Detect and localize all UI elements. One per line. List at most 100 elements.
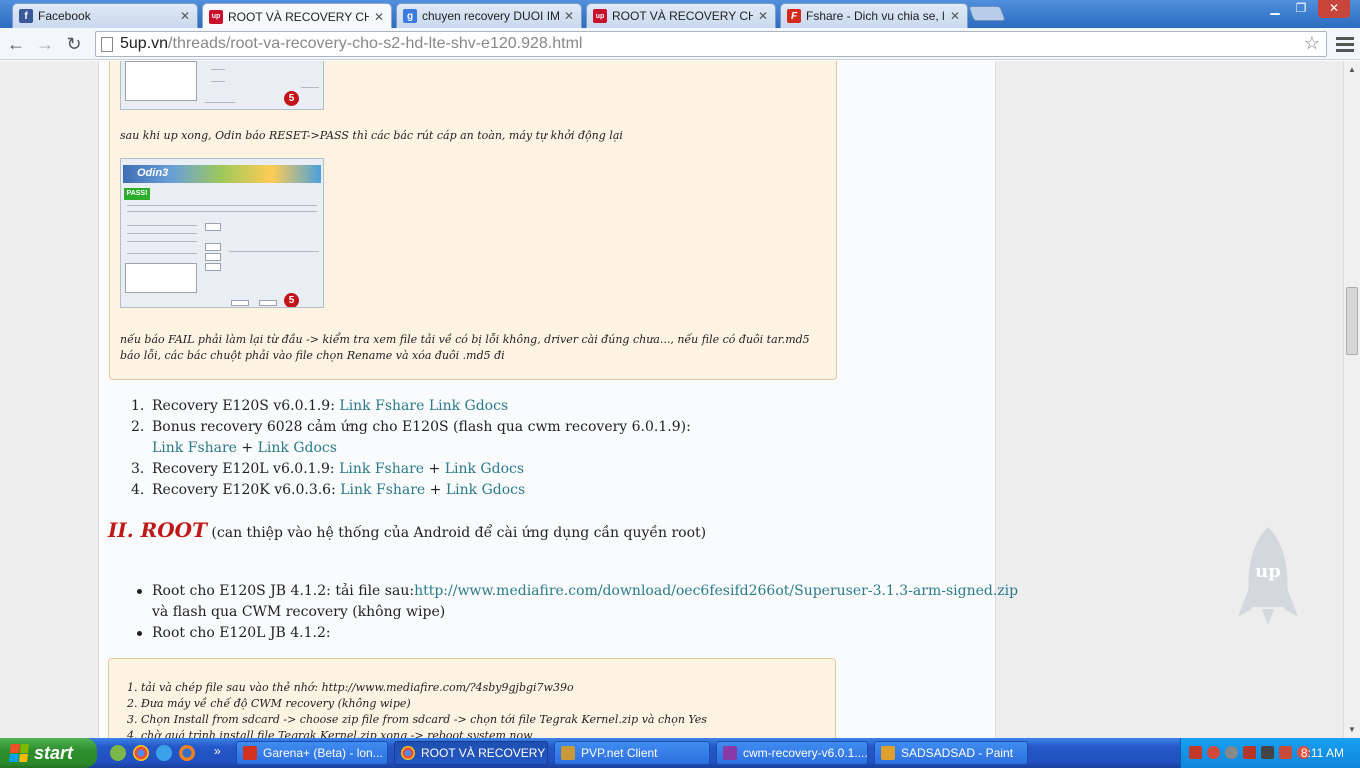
page-viewport: 5 sau khi up xong, Odin báo RESET->PASS …: [0, 61, 1343, 738]
back-arrow-icon[interactable]: ←: [4, 32, 28, 56]
tab-title: ROOT VÀ RECOVERY CHO S2: [228, 9, 369, 24]
windows-flag-icon: [9, 744, 29, 762]
new-tab-button[interactable]: [968, 6, 1006, 21]
scroll-down-arrow-icon[interactable]: ▼: [1348, 725, 1356, 734]
tab-title: ROOT VÀ RECOVERY CHO S2: [612, 9, 753, 23]
link-fshare[interactable]: Link Fshare: [340, 482, 425, 498]
tab-root-recovery-2[interactable]: up ROOT VÀ RECOVERY CHO S2 ✕: [586, 3, 776, 28]
recovery-list: 1. Recovery E120S v6.0.1.9: Link Fshare L…: [131, 396, 691, 501]
winrar-icon: [723, 746, 737, 760]
rocket-label: up: [1255, 561, 1281, 582]
link-fshare[interactable]: Link Fshare: [152, 440, 237, 456]
google-icon: g: [403, 9, 417, 23]
close-icon[interactable]: ✕: [179, 9, 191, 23]
pvp-icon: [561, 746, 575, 760]
quicklaunch-more[interactable]: »: [214, 744, 221, 758]
quote2-item: 4. chờ quá trình install file Tegrak Ker…: [127, 729, 533, 738]
close-icon[interactable]: ✕: [949, 9, 961, 23]
tab-strip: f Facebook ✕ up ROOT VÀ RECOVERY CHO S2 …: [0, 0, 1360, 29]
link-fshare[interactable]: Link Fshare: [339, 398, 424, 414]
list-item: 2. Bonus recovery 6028 cảm ứng cho E120S …: [131, 419, 691, 456]
bookmark-star-icon[interactable]: ☆: [1304, 33, 1320, 54]
close-icon[interactable]: ✕: [757, 9, 769, 23]
menu-icon[interactable]: [1336, 34, 1354, 55]
odin-screenshot[interactable]: Odin3 PASS! 5: [120, 158, 324, 308]
list-item: 3. Recovery E120L v6.0.1.9: Link Fshare +…: [131, 461, 525, 477]
quote-text-rename: báo lỗi, các bác chuột phải vào file chọ…: [120, 349, 505, 362]
url-host: 5up.vn: [120, 35, 169, 52]
close-icon[interactable]: ✕: [563, 9, 575, 23]
fshare-icon: F: [787, 9, 801, 23]
list-item: Root cho E120L JB 4.1.2:: [137, 623, 1018, 644]
link-gdocs[interactable]: Link Gdocs: [446, 482, 525, 498]
vertical-scrollbar[interactable]: ▲ ▼: [1343, 61, 1360, 738]
close-icon[interactable]: ✕: [373, 10, 385, 24]
link-gdocs[interactable]: Link Gdocs: [429, 398, 508, 414]
tray-security-icon[interactable]: [1243, 746, 1256, 759]
clock[interactable]: 8:11 AM: [1301, 746, 1344, 760]
5up-icon: up: [593, 9, 607, 23]
quote-box: 5 sau khi up xong, Odin báo RESET->PASS …: [109, 61, 837, 380]
scrollbar-thumb[interactable]: [1346, 287, 1358, 355]
quote2-item: 1. tải và chép file sau vào thẻ nhớ: htt…: [127, 681, 574, 694]
tab-title: Fshare - Dich vu chia se, luu: [806, 9, 945, 23]
start-button[interactable]: start: [0, 738, 97, 768]
address-url: 5up.vn/threads/root-va-recovery-cho-s2-h…: [120, 35, 582, 53]
taskbar-item-chrome[interactable]: ROOT VÀ RECOVERY ...: [394, 741, 548, 765]
chrome-icon: [401, 746, 415, 760]
system-tray: 8:11 AM: [1180, 738, 1360, 768]
quote-text-fail: nếu báo FAIL phải làm lại từ đầu -> kiểm…: [120, 333, 810, 346]
firefox-icon[interactable]: [179, 745, 195, 761]
reload-icon[interactable]: ↻: [62, 32, 86, 56]
list-item: 1. Recovery E120S v6.0.1.9: Link Fshare L…: [131, 398, 509, 414]
5up-icon: up: [209, 9, 223, 24]
url-path: /threads/root-va-recovery-cho-s2-hd-lte-…: [168, 35, 583, 52]
page-icon: [101, 37, 113, 52]
quote2-item: 2. Đưa máy về chế độ CWM recovery (không…: [127, 697, 411, 710]
list-item: Root cho E120S JB 4.1.2: tải file sau:ht…: [137, 581, 1018, 623]
internet-explorer-icon[interactable]: [156, 745, 172, 761]
taskbar-item-winrar[interactable]: cwm-recovery-v6.0.1....: [716, 741, 868, 765]
facebook-icon: f: [19, 9, 33, 23]
tab-title: chuyen recovery DUOI IMG: [422, 9, 559, 23]
taskbar-item-pvp[interactable]: PVP.net Client: [554, 741, 710, 765]
step-5-marker: 5: [284, 293, 299, 307]
quote-text-reset-pass: sau khi up xong, Odin báo RESET->PASS th…: [120, 129, 623, 142]
step-5-marker: 5: [284, 91, 299, 106]
paint-icon: [881, 746, 895, 760]
list-item: 4. Recovery E120K v6.0.3.6: Link Fshare +…: [131, 482, 526, 498]
link-gdocs[interactable]: Link Gdocs: [445, 461, 524, 477]
quote-box-instructions: 1. tải và chép file sau vào thẻ nhớ: htt…: [108, 658, 836, 738]
taskbar-item-garena[interactable]: Garena+ (Beta) - lon...: [236, 741, 388, 765]
tab-chuyen-recovery[interactable]: g chuyen recovery DUOI IMG ✕: [396, 3, 582, 28]
mediafire-superuser-link[interactable]: http://www.mediafire.com/download/oec6fe…: [414, 583, 1018, 599]
tray-network-icon[interactable]: [1225, 746, 1238, 759]
odin-pass-badge: PASS!: [124, 188, 150, 200]
address-bar[interactable]: 5up.vn/threads/root-va-recovery-cho-s2-h…: [95, 31, 1327, 57]
tab-root-recovery-active[interactable]: up ROOT VÀ RECOVERY CHO S2 ✕: [202, 3, 392, 29]
taskbar-item-paint[interactable]: SADSADSAD - Paint: [874, 741, 1028, 765]
browser-toolbar: ← → ↻ 5up.vn/threads/root-va-recovery-ch…: [0, 28, 1360, 60]
chrome-quicklaunch-icon[interactable]: [133, 745, 149, 761]
scroll-up-arrow-icon[interactable]: ▲: [1348, 65, 1356, 74]
windows-taskbar: start » Garena+ (Beta) - lon... ROOT VÀ …: [0, 738, 1360, 768]
close-window-button[interactable]: ✕: [1318, 0, 1350, 18]
tray-app-icon[interactable]: [1189, 746, 1202, 759]
root-section-heading: II. ROOT (can thiệp vào hệ thống của And…: [108, 518, 707, 542]
tab-fshare[interactable]: F Fshare - Dich vu chia se, luu ✕: [780, 3, 968, 28]
maximize-button[interactable]: ❐: [1288, 0, 1314, 18]
tray-user-icon[interactable]: [1207, 746, 1220, 759]
odin-screenshot-partial[interactable]: 5: [120, 61, 324, 110]
link-fshare[interactable]: Link Fshare: [339, 461, 424, 477]
tab-title: Facebook: [38, 9, 91, 23]
odin-banner: Odin3: [123, 165, 321, 183]
link-gdocs[interactable]: Link Gdocs: [258, 440, 337, 456]
volume-icon[interactable]: [1261, 746, 1274, 759]
tab-facebook[interactable]: f Facebook ✕: [12, 3, 198, 28]
tray-shield-icon[interactable]: [1279, 746, 1292, 759]
minimize-button[interactable]: ▁: [1262, 0, 1288, 18]
back-to-top-rocket-icon[interactable]: up: [1238, 527, 1298, 627]
quote2-item: 3. Chọn Install from sdcard -> choose zi…: [127, 713, 707, 726]
garena-quicklaunch-icon[interactable]: [110, 745, 126, 761]
forward-arrow-icon[interactable]: →: [33, 32, 57, 56]
